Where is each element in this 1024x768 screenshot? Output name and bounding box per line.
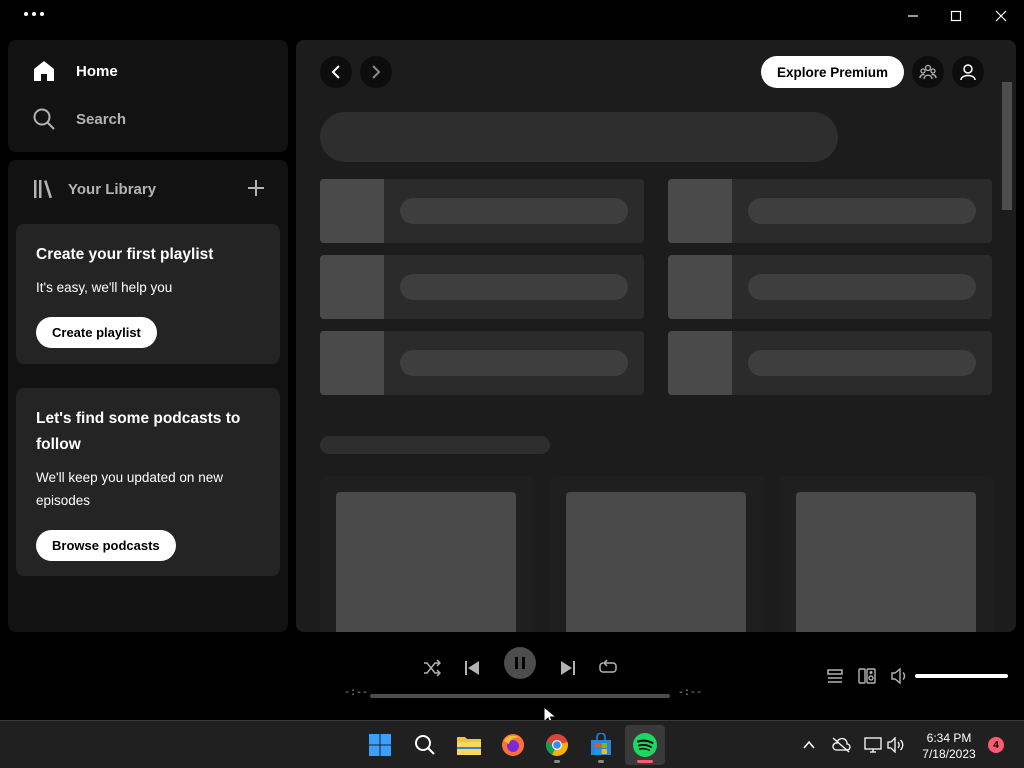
clock-time: 6:34 PM [926, 731, 972, 745]
network-button[interactable] [863, 735, 883, 755]
device-icon [858, 668, 876, 684]
card-title: Let's find some podcasts to follow [36, 410, 241, 453]
nav-panel: Home Search [8, 40, 288, 152]
network-icon [864, 737, 882, 753]
shuffle-icon [424, 659, 441, 677]
player-bar: -:-- -:-- [0, 636, 1024, 720]
loading-tile [668, 255, 992, 319]
nav-search[interactable]: Search [32, 107, 126, 131]
system-clock[interactable]: 6:34 PM 7/18/2023 [912, 730, 986, 762]
elapsed-time: -:-- [344, 688, 369, 699]
card-text: We'll keep you updated on new episodes [36, 470, 223, 508]
create-playlist-card: Create your first playlist It's easy, we… [16, 224, 280, 364]
loading-card [320, 476, 534, 632]
your-library-label: Your Library [68, 180, 157, 198]
loading-tile [320, 331, 644, 395]
forward-button[interactable] [360, 56, 392, 88]
mute-button[interactable] [889, 666, 909, 686]
taskbar-search-button[interactable] [405, 725, 445, 765]
card-text: It's easy, we'll help you [36, 280, 173, 295]
cloud-off-icon [832, 737, 851, 753]
notification-badge[interactable]: 4 [988, 737, 1004, 753]
onedrive-button[interactable] [831, 735, 851, 755]
firefox-button[interactable] [493, 725, 533, 765]
start-icon [369, 734, 391, 756]
card-title: Create your first playlist [36, 246, 214, 263]
chevron-right-icon [372, 65, 381, 79]
your-library-button[interactable]: Your Library [32, 178, 156, 200]
search-icon [415, 735, 435, 755]
play-pause-button[interactable] [504, 647, 536, 679]
search-icon [33, 108, 55, 130]
browse-podcasts-button[interactable]: Browse podcasts [36, 530, 176, 561]
loading-placeholder-heading [320, 112, 838, 162]
start-button[interactable] [360, 725, 400, 765]
remaining-time: -:-- [678, 688, 703, 699]
next-button[interactable] [552, 652, 584, 684]
create-playlist-button[interactable]: Create playlist [36, 317, 157, 348]
podcasts-card: Let's find some podcasts to follow We'll… [16, 388, 280, 576]
microsoft-store-icon [591, 733, 611, 755]
pause-icon [515, 657, 525, 669]
volume-icon [891, 667, 906, 685]
shuffle-button[interactable] [416, 652, 448, 684]
back-button[interactable] [320, 56, 352, 88]
friends-icon [919, 64, 937, 80]
plus-icon[interactable] [244, 176, 268, 200]
speaker-icon [887, 737, 904, 753]
queue-icon [827, 669, 843, 683]
close-button[interactable] [981, 4, 1021, 28]
show-hidden-icons-button[interactable] [799, 735, 819, 755]
title-bar [0, 0, 1024, 34]
nav-home[interactable]: Home [32, 59, 118, 83]
volume-button[interactable] [886, 735, 906, 755]
profile-button[interactable] [952, 56, 984, 88]
previous-button[interactable] [456, 652, 488, 684]
clock-date: 7/18/2023 [922, 747, 976, 761]
loading-placeholder-subheading [320, 436, 550, 454]
library-panel: Your Library Create your first playlist … [8, 160, 288, 632]
spotify-icon [633, 733, 657, 757]
progress-bar[interactable] [370, 694, 670, 698]
nav-search-label: Search [76, 110, 127, 128]
microsoft-store-button[interactable] [581, 725, 621, 765]
connect-device-button[interactable] [857, 666, 877, 686]
skip-forward-icon [561, 661, 575, 675]
app-menu-button[interactable] [24, 12, 44, 16]
taskbar: 6:34 PM 7/18/2023 4 [0, 720, 1024, 768]
loading-tile [668, 331, 992, 395]
loading-tile [320, 255, 644, 319]
chrome-icon [545, 734, 568, 756]
minimize-button[interactable] [893, 4, 933, 28]
loading-tile [668, 179, 992, 243]
maximize-button[interactable] [936, 4, 976, 28]
explore-premium-button[interactable]: Explore Premium [761, 56, 905, 88]
spotify-taskbar-button[interactable] [625, 725, 665, 765]
repeat-icon [599, 659, 617, 673]
scrollbar[interactable] [1002, 82, 1012, 210]
repeat-button[interactable] [592, 652, 624, 684]
friend-activity-button[interactable] [912, 56, 944, 88]
library-icon [34, 180, 52, 199]
chevron-left-icon [331, 65, 340, 79]
chrome-button[interactable] [537, 725, 577, 765]
home-icon [34, 61, 54, 81]
nav-home-label: Home [76, 62, 118, 80]
loading-tile [320, 179, 644, 243]
user-icon [960, 64, 976, 81]
chevron-up-icon [803, 740, 815, 749]
loading-card [780, 476, 994, 632]
main-panel: Explore Premium [296, 40, 1016, 632]
queue-button[interactable] [825, 666, 845, 686]
loading-card [550, 476, 764, 632]
skip-back-icon [465, 661, 479, 675]
firefox-icon [502, 734, 524, 756]
file-explorer-button[interactable] [449, 725, 489, 765]
volume-slider[interactable] [915, 674, 1008, 678]
file-explorer-icon [457, 737, 481, 755]
